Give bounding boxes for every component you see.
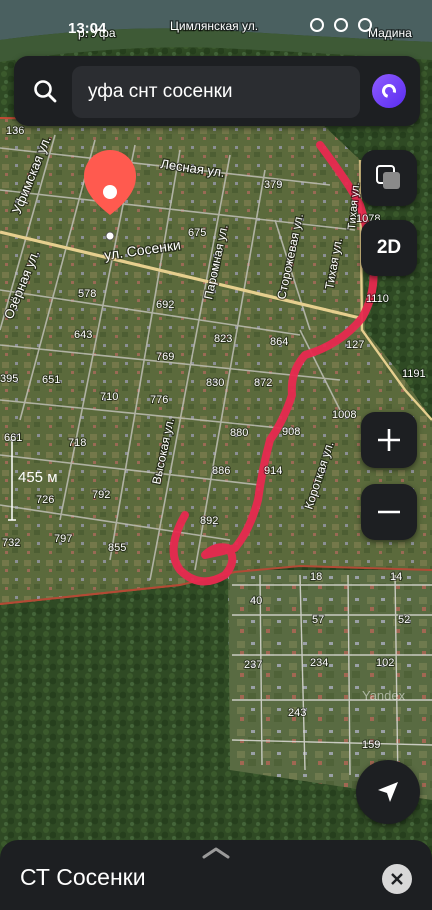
place-card[interactable]: СТ Сосенки — [0, 840, 432, 910]
house-number: 892 — [200, 515, 218, 527]
house-number: 908 — [282, 426, 300, 438]
house-number: 52 — [398, 614, 410, 626]
house-number: 1110 — [366, 293, 389, 305]
house-number: 776 — [150, 394, 168, 406]
layers-icon — [376, 165, 400, 189]
expand-chevron-icon[interactable] — [200, 846, 232, 860]
layers-button[interactable] — [361, 150, 417, 206]
plus-icon — [378, 429, 400, 451]
house-number: 40 — [250, 595, 262, 607]
scale-label: 455 м — [18, 469, 58, 486]
house-number: 718 — [68, 437, 86, 449]
house-number: 651 — [42, 374, 60, 386]
house-number: 661 — [4, 432, 22, 444]
alice-button[interactable] — [372, 74, 406, 108]
house-number: 732 — [2, 537, 20, 549]
street-label: Цимлянская ул. — [170, 19, 258, 33]
house-number: 880 — [230, 427, 248, 439]
house-number: 102 — [376, 657, 394, 669]
zoom-in-button[interactable] — [361, 412, 417, 468]
house-number: 1008 — [332, 409, 356, 421]
zoom-out-button[interactable] — [361, 484, 417, 540]
my-location-button[interactable] — [356, 760, 420, 824]
house-number: 675 — [188, 227, 206, 239]
navigation-arrow-icon — [378, 782, 398, 802]
house-number: 379 — [264, 179, 282, 191]
house-number: 864 — [270, 336, 288, 348]
house-number: 726 — [36, 494, 54, 506]
house-number: 792 — [92, 489, 110, 501]
house-number: 395 — [0, 373, 18, 385]
search-query: уфа снт сосенки — [88, 81, 233, 102]
minus-icon — [378, 510, 400, 514]
house-number: 14 — [390, 571, 402, 583]
house-number: 237 — [244, 659, 262, 671]
house-number: 710 — [100, 391, 118, 403]
house-number: 159 — [362, 739, 380, 751]
house-number: 914 — [264, 465, 282, 477]
house-number: 823 — [214, 333, 232, 345]
house-number: 243 — [288, 707, 306, 719]
house-number: 855 — [108, 542, 126, 554]
house-number: 1191 — [402, 368, 426, 380]
search-input[interactable]: уфа снт сосенки — [72, 66, 360, 118]
search-icon[interactable] — [32, 78, 58, 104]
river-label: р. Уфа — [78, 26, 116, 40]
house-number: 886 — [212, 465, 230, 477]
place-title: СТ Сосенки — [20, 864, 146, 890]
house-number: 136 — [6, 125, 24, 137]
house-number: 769 — [156, 351, 174, 363]
house-number: 830 — [206, 377, 224, 389]
close-icon — [391, 873, 403, 885]
house-number: 57 — [312, 614, 324, 626]
house-number: 234 — [310, 657, 328, 669]
house-number: 797 — [54, 533, 72, 545]
close-button[interactable] — [382, 864, 412, 894]
house-number: 643 — [74, 329, 92, 341]
2d-toggle-button[interactable]: 2D — [361, 220, 417, 276]
alice-icon — [379, 81, 399, 101]
search-bar: уфа снт сосенки — [14, 56, 420, 126]
house-number: 872 — [254, 377, 272, 389]
house-number: 18 — [310, 571, 322, 583]
house-number: 578 — [78, 288, 96, 300]
house-number: 127 — [346, 339, 364, 351]
yandex-watermark: Yandex — [362, 688, 406, 703]
house-number: 692 — [156, 299, 174, 311]
district-label: Мадина — [368, 26, 412, 40]
